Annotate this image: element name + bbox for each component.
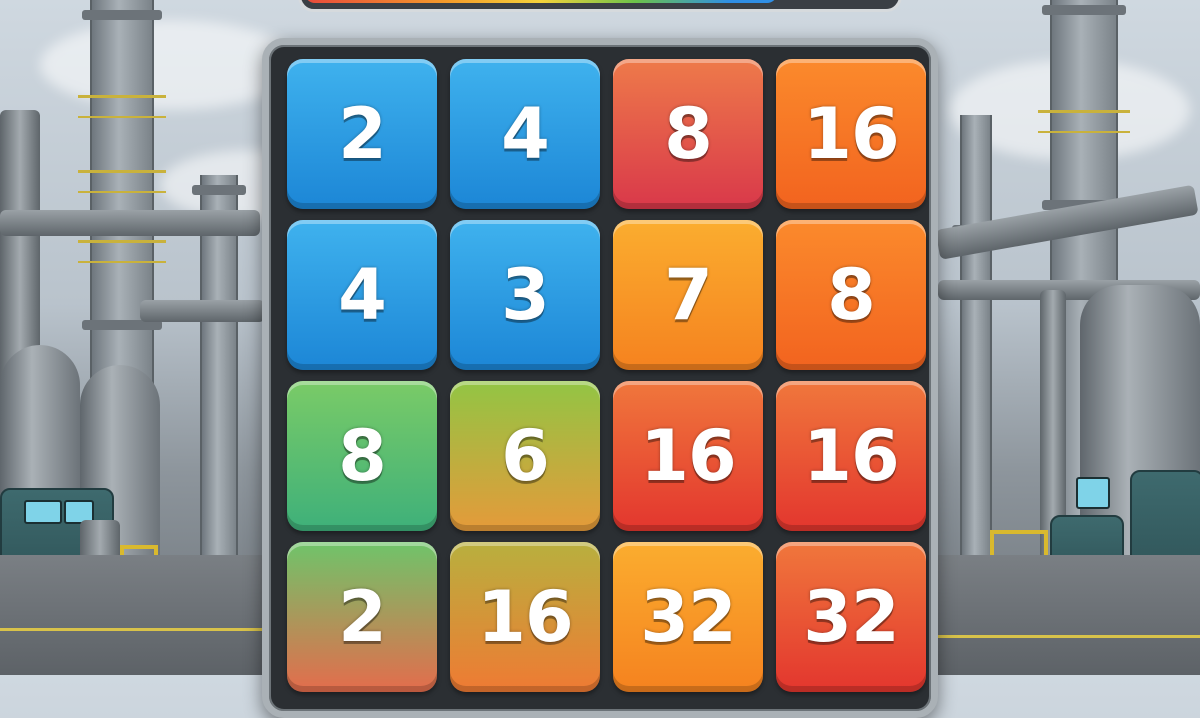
tile-value: 4 [338, 254, 387, 336]
tile-value: 32 [640, 576, 736, 658]
tile-value: 2 [338, 576, 387, 658]
tile-grid: 2 4 8 16 4 3 7 8 8 6 16 16 2 16 32 32 [287, 59, 926, 692]
tile-value: 16 [803, 415, 899, 497]
tile[interactable]: 8 [613, 59, 763, 209]
tile[interactable]: 2 [287, 59, 437, 209]
game-board: 2 4 8 16 4 3 7 8 8 6 16 16 2 16 32 32 [262, 38, 938, 718]
tile-value: 16 [477, 576, 573, 658]
tile-value: 8 [664, 93, 713, 175]
tile-value: 16 [803, 93, 899, 175]
tile[interactable]: 3 [450, 220, 600, 370]
tile[interactable]: 16 [613, 381, 763, 531]
progress-bar-fill [305, 0, 778, 3]
tile-value: 2 [338, 93, 387, 175]
tile[interactable]: 16 [776, 381, 926, 531]
tile-value: 7 [664, 254, 713, 336]
tile[interactable]: 6 [450, 381, 600, 531]
tile[interactable]: 16 [776, 59, 926, 209]
tile[interactable]: 16 [450, 542, 600, 692]
tile-value: 8 [827, 254, 876, 336]
tile[interactable]: 32 [776, 542, 926, 692]
tile[interactable]: 32 [613, 542, 763, 692]
tile[interactable]: 2 [287, 542, 437, 692]
tile[interactable]: 7 [613, 220, 763, 370]
tile-value: 8 [338, 415, 387, 497]
tile-value: 6 [501, 415, 550, 497]
tile-value: 3 [501, 254, 550, 336]
tile[interactable]: 8 [287, 381, 437, 531]
tile-value: 16 [640, 415, 736, 497]
progress-bar [298, 0, 902, 12]
tile[interactable]: 4 [287, 220, 437, 370]
tile-value: 4 [501, 93, 550, 175]
tile[interactable]: 4 [450, 59, 600, 209]
tile[interactable]: 8 [776, 220, 926, 370]
tile-value: 32 [803, 576, 899, 658]
